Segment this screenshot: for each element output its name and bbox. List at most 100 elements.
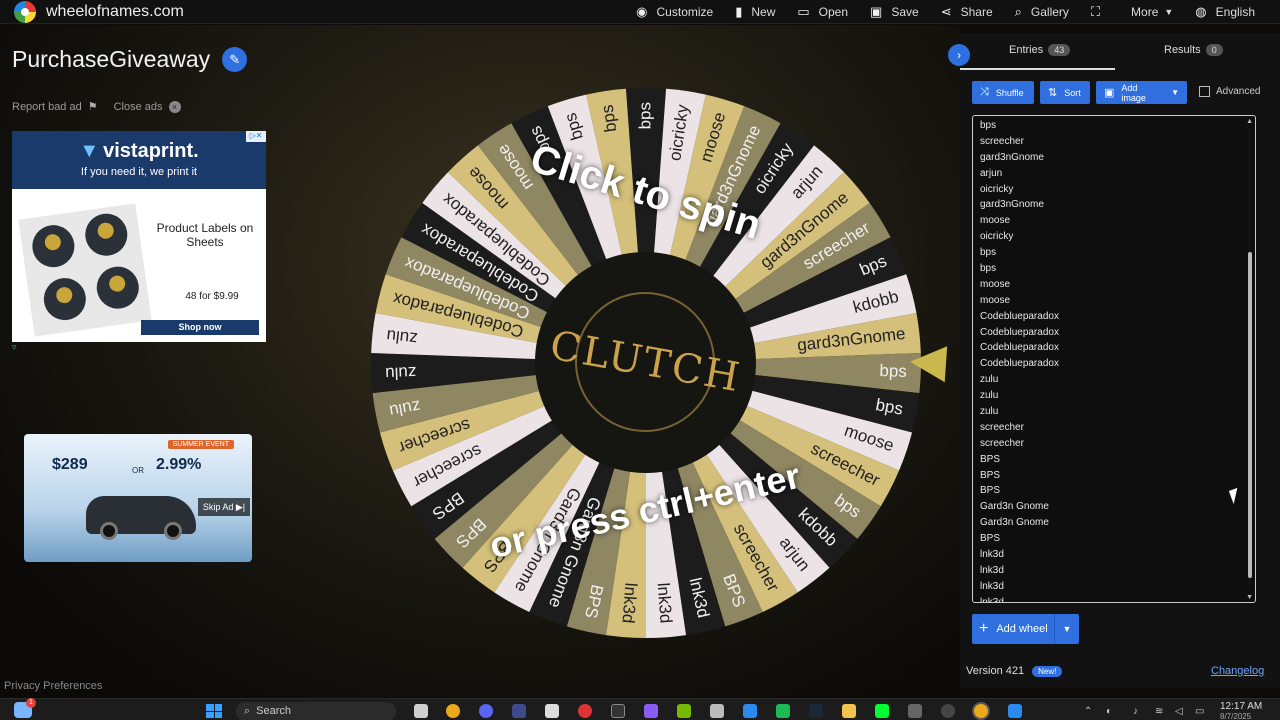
entry-line[interactable]: lnk3d [980,563,1059,579]
tray-overflow-icon[interactable]: ⌃ [1084,706,1092,717]
menu-item-share[interactable]: ⋖ Share [930,0,1004,24]
nvidia-icon[interactable] [677,704,691,718]
steam-icon[interactable] [809,704,823,718]
entry-line[interactable]: Gard3n Gnome [980,499,1059,515]
entry-line[interactable]: zulu [980,404,1059,420]
app-icon[interactable] [875,704,889,718]
entry-line[interactable]: Gard3n Gnome [980,515,1059,531]
add-wheel-button[interactable]: + Add wheel ▼ [972,614,1079,644]
wheel-center-logo[interactable]: CLUTCH [535,252,755,472]
tray-app-icon[interactable]: ◐ [1106,706,1112,717]
entry-line[interactable]: screecher [980,420,1059,436]
entries-scrollbar[interactable] [1248,128,1252,590]
add-image-button[interactable]: ▣ Add image ▼ [1096,81,1187,104]
sort-button[interactable]: ⇅ Sort [1040,81,1090,104]
add-wheel-dropdown[interactable]: ▼ [1054,614,1079,644]
tab-results[interactable]: Results 0 [1164,44,1223,56]
app-icon[interactable] [512,704,526,718]
entries-textarea[interactable]: bps screecher gard3nGnome arjun oicricky gard… [972,115,1256,603]
scroll-down-icon[interactable]: ▼ [1246,594,1253,601]
entry-line[interactable]: BPS [980,483,1059,499]
epic-games-icon[interactable] [611,704,625,718]
entry-line[interactable]: screecher [980,134,1059,150]
entry-line[interactable]: BPS [980,531,1059,547]
entry-line[interactable]: bps [980,261,1059,277]
entry-line[interactable]: gard3nGnome [980,197,1059,213]
taskbar-search[interactable]: ⌕ Search [236,702,396,720]
entry-line[interactable]: oicricky [980,182,1059,198]
app-icon[interactable] [941,704,955,718]
menu-item-new[interactable]: ▮ New [724,0,786,24]
site-logo[interactable]: wheelofnames.com [14,0,184,23]
entry-line[interactable]: moose [980,277,1059,293]
report-bad-ad-link[interactable]: Report bad ad ⚑ [12,100,98,114]
task-view-icon[interactable] [414,704,428,718]
close-ads-link[interactable]: Close ads × [114,100,181,113]
adchoices-icon[interactable]: ▷✕ [246,131,266,142]
skip-ad-button[interactable]: Skip Ad ▶| [198,498,250,516]
entry-line[interactable]: lnk3d [980,547,1059,563]
vistaprint-ad[interactable]: ▼ vistaprint. If you need it, we print it… [12,131,266,342]
changelog-link[interactable]: Changelog [1211,665,1264,677]
entry-line[interactable]: Codeblueparadox [980,340,1059,356]
capcut-icon[interactable] [545,704,559,718]
advanced-checkbox[interactable] [1199,86,1210,97]
car-ad[interactable]: SUMMER EVENT $289 OR 2.99% Skip Ad ▶| [24,434,252,562]
entry-line[interactable]: moose [980,293,1059,309]
entry-line[interactable]: Codeblueparadox [980,325,1059,341]
app-icon[interactable] [776,704,790,718]
privacy-preferences-link[interactable]: Privacy Preferences [4,680,102,692]
entry-line[interactable]: bps [980,118,1059,134]
discord-icon[interactable] [479,704,493,718]
scrollbar-thumb[interactable] [1248,252,1252,578]
active-tab-indicator [960,68,1115,70]
advanced-toggle[interactable]: Advanced [1199,86,1260,97]
wifi-icon[interactable]: ≋ [1155,706,1163,717]
wheel-segment-label: zulu [385,326,418,348]
entry-line[interactable]: arjun [980,166,1059,182]
shuffle-button[interactable]: ⤨ Shuffle [972,81,1034,104]
entry-line[interactable]: moose [980,213,1059,229]
menu-item-fullscreen[interactable]: ⛶ [1080,0,1120,24]
menu-item-open[interactable]: ▭ Open [786,0,859,24]
entry-line[interactable]: zulu [980,388,1059,404]
file-explorer-icon[interactable] [842,704,856,718]
store-icon[interactable] [743,704,757,718]
results-count-badge: 0 [1205,44,1223,56]
app-icon[interactable] [710,704,724,718]
taskbar-clock[interactable]: 12:17 AM 8/7/2025 [1220,702,1262,720]
edit-title-button[interactable]: ✎ [222,47,248,72]
menu-item-english[interactable]: ◍ English [1184,0,1266,24]
entry-line[interactable]: BPS [980,452,1059,468]
app-icon[interactable] [1008,704,1022,718]
entry-line[interactable]: BPS [980,468,1059,484]
app-icon[interactable] [644,704,658,718]
ad-marker-icon: ▿ [12,342,17,352]
menu-item-save[interactable]: ▣ Save [859,0,930,24]
battery-icon[interactable]: ▭ [1195,706,1204,717]
menu-item-customize[interactable]: ◉ Customize [625,0,724,24]
tab-entries[interactable]: Entries 43 [1009,44,1071,56]
entry-line[interactable]: bps [980,245,1059,261]
menu-item-gallery[interactable]: ⌕ Gallery [1004,0,1080,24]
entry-line[interactable]: screecher [980,436,1059,452]
chrome-icon[interactable] [446,704,460,718]
entry-line[interactable]: lnk3d [980,595,1059,602]
entry-line[interactable]: gard3nGnome [980,150,1059,166]
entry-line[interactable]: lnk3d [980,579,1059,595]
chrome-active-icon[interactable] [974,704,988,718]
windows-start-icon[interactable] [206,704,222,718]
entry-line[interactable]: zulu [980,372,1059,388]
entry-line[interactable]: Codeblueparadox [980,356,1059,372]
shop-now-button[interactable]: Shop now [141,320,259,335]
scroll-up-icon[interactable]: ▲ [1246,118,1253,125]
share-icon: ⋖ [940,4,952,19]
volume-icon[interactable]: ◁ [1175,706,1183,717]
app-icon[interactable] [908,704,922,718]
opera-icon[interactable] [578,704,592,718]
menu-item-more[interactable]: More ▼ [1120,0,1184,24]
entry-line[interactable]: Codeblueparadox [980,309,1059,325]
entry-line[interactable]: oicricky [980,229,1059,245]
palette-icon: ◉ [636,4,648,19]
microphone-icon[interactable]: ♪ [1133,706,1138,717]
